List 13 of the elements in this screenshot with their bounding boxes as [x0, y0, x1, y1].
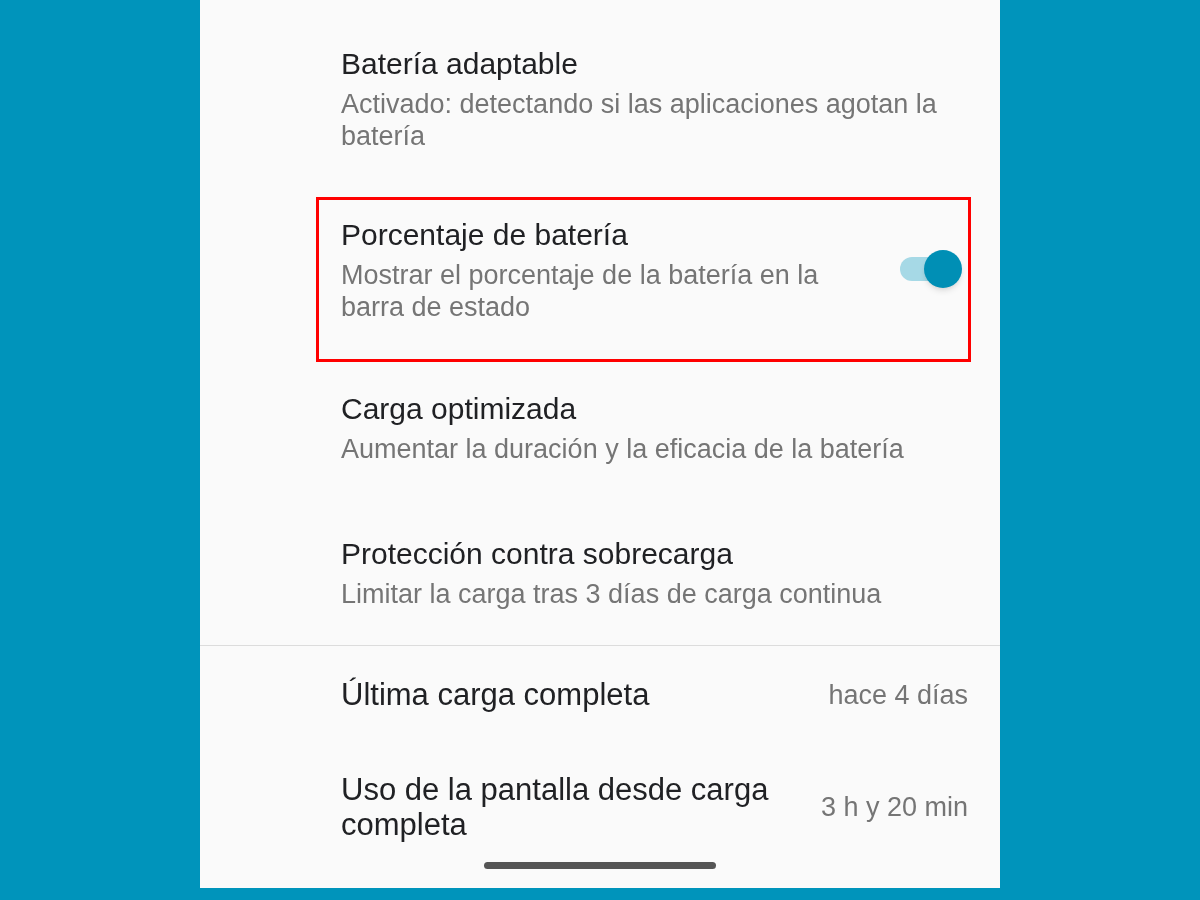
stat-value: 3 h y 20 min [820, 791, 968, 823]
setting-title[interactable]: Porcentaje de batería [341, 215, 861, 255]
setting-title[interactable]: Protección contra sobrecarga [341, 534, 961, 574]
setting-description: Mostrar el porcentaje de la batería en la barra de estado [341, 259, 820, 323]
stat-label[interactable]: Última carga completa [341, 677, 791, 712]
setting-title[interactable]: Batería adaptable [341, 44, 961, 84]
toggle-switch[interactable] [900, 250, 962, 288]
stat-label[interactable]: Uso de la pantalla desde carga completa [341, 772, 791, 842]
setting-title[interactable]: Carga optimizada [341, 389, 961, 429]
setting-description: Limitar la carga tras 3 días de carga continua [341, 578, 883, 610]
setting-description: Activado: detectando si las aplicaciones agotan la batería [341, 88, 938, 152]
stat-value: hace 4 días [828, 678, 968, 711]
setting-description: Aumentar la duración y la eficacia de la batería [341, 433, 905, 465]
